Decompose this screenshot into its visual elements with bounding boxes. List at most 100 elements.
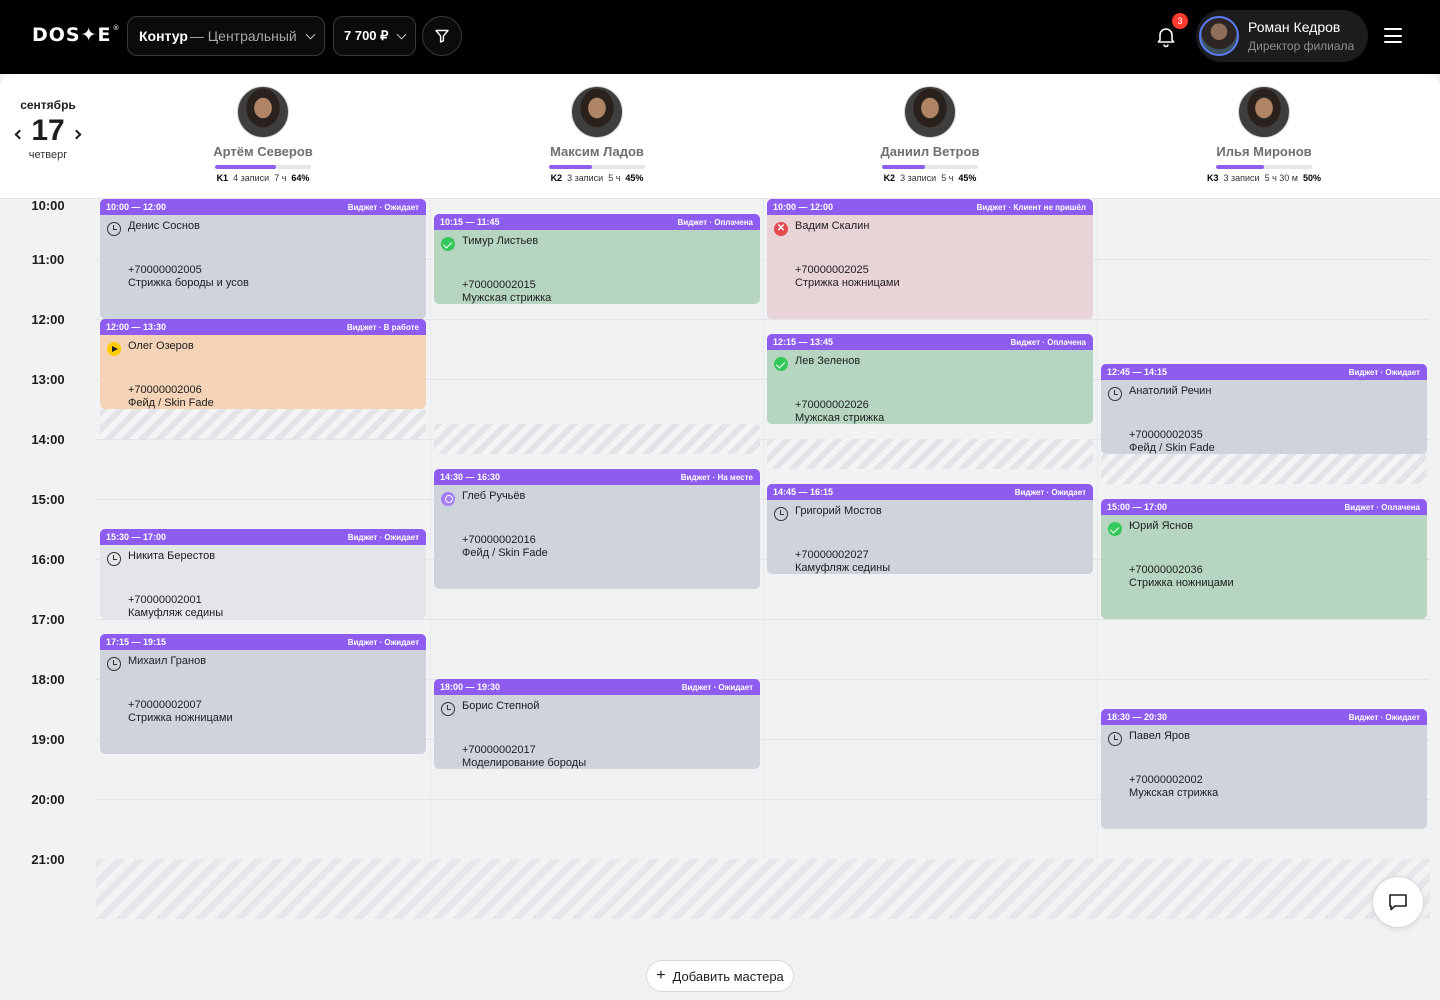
master-stats: K2 3 записи 5 ч 45% [883,173,977,183]
bell-icon[interactable] [1154,24,1178,48]
menu-icon[interactable] [1384,28,1402,43]
master-stats: K2 3 записи 5 ч 45% [550,173,644,183]
master-stats: K3 3 записи 5 ч 30 м 50% [1206,173,1322,183]
client-name: Юрий Яснов [1129,520,1194,532]
appointment-card[interactable]: 18:30 — 20:30 Виджет · Ожидает Павел Яров +… [1101,709,1427,829]
appointment-header: 10:15 — 11:45 Виджет · Оплачена [434,214,760,230]
appointment-card[interactable]: 14:45 — 16:15 Виджет · Ожидает Григорий Мо… [767,484,1093,574]
appointment-card[interactable]: 10:00 — 12:00 Виджет · Клиент не пришёл ✕ В… [767,199,1093,319]
client-phone: +70000002025 [795,264,869,276]
filter-button[interactable] [422,16,462,56]
client-details: +70000002035 Фейд / Skin Fade [1129,429,1215,454]
appointment-time: 10:00 — 12:00 [106,202,167,212]
avatar [1199,16,1239,56]
master-name: Илья Миронов [1216,144,1312,159]
break-slot [100,409,426,439]
date-picker[interactable]: сентябрь 17 четверг [0,98,96,161]
appointment-status: Виджет · Ожидает [347,637,419,647]
column-divider [1097,199,1098,859]
appointment-time: 15:30 — 17:00 [106,532,167,542]
appointment-card[interactable]: 15:30 — 17:00 Виджет · Ожидает Никита Бере… [100,529,426,619]
brand-logo[interactable]: DOS✦E® [32,24,121,46]
chat-button[interactable] [1372,876,1424,928]
master-column-header[interactable]: Илья Миронов K3 3 записи 5 ч 30 м 50% [1099,86,1429,183]
break-slot [767,439,1093,469]
client-details: +70000002002 Мужская стрижка [1129,774,1218,800]
appointment-status: Виджет · Ожидает [1014,487,1086,497]
appointment-card[interactable]: 10:00 — 12:00 Виджет · Ожидает Денис Сосно… [100,199,426,319]
plus-icon: + [656,967,666,984]
appointment-time: 12:15 — 13:45 [773,337,834,347]
master-photo [237,86,289,138]
chevron-down-icon [396,29,407,39]
hour-label: 20:00 [31,792,65,807]
service-name: Стрижка ножницами [1129,577,1234,589]
column-divider [430,199,431,859]
hour-label: 19:00 [31,732,65,747]
play-icon [107,342,121,356]
service-name: Камуфляж седины [795,562,891,574]
client-name: Глеб Ручьёв [462,490,526,502]
cross-circle-icon: ✕ [774,222,788,236]
appointment-status: Виджет · Клиент не пришёл [976,202,1086,212]
clock-icon [1108,732,1122,746]
add-master-button[interactable]: + Добавить мастера [646,960,794,992]
master-load-fill [1216,165,1264,169]
appointment-status: Виджет · Оплачена [677,217,753,227]
appointment-header: 18:30 — 20:30 Виджет · Ожидает [1101,709,1427,725]
hour-label: 12:00 [31,312,65,327]
client-name: Лев Зеленов [795,355,861,367]
service-name: Фейд / Skin Fade [128,397,214,409]
hour-label: 14:00 [31,432,65,447]
chevron-down-icon [305,29,316,39]
service-name: Стрижка ножницами [128,712,233,724]
client-name: Григорий Мостов [795,505,882,517]
appointment-card[interactable]: 10:15 — 11:45 Виджет · Оплачена Тимур Лист… [434,214,760,304]
client-details: +70000002006 Фейд / Skin Fade [128,384,214,409]
appointment-card[interactable]: 17:15 — 19:15 Виджет · Ожидает Михаил Гран… [100,634,426,754]
appointment-header: 10:00 — 12:00 Виджет · Клиент не пришёл [767,199,1093,215]
master-column-header[interactable]: Даниил Ветров K2 3 записи 5 ч 45% [765,86,1095,183]
revenue-selector[interactable]: 7 700 ₽ [333,16,416,56]
appointment-time: 15:00 — 17:00 [1107,502,1168,512]
weekday-label: четверг [28,149,68,161]
client-phone: +70000002002 [1129,774,1203,786]
client-name: Олег Озеров [128,340,194,352]
client-phone: +70000002006 [128,384,202,396]
master-photo [571,86,623,138]
appointment-header: 10:00 — 12:00 Виджет · Ожидает [100,199,426,215]
hour-label: 15:00 [31,492,65,507]
master-photo [904,86,956,138]
client-details: +70000002015 Мужская стрижка [462,279,551,304]
master-photo [1238,86,1290,138]
appointment-card[interactable]: 14:30 — 16:30 Виджет · На месте Глеб Ручьё… [434,469,760,589]
appointment-card[interactable]: 12:15 — 13:45 Виджет · Оплачена Лев Зелено… [767,334,1093,424]
column-divider [763,199,764,859]
appointment-card[interactable]: 18:00 — 19:30 Виджет · Ожидает Борис Степн… [434,679,760,769]
clock-icon [441,702,455,716]
appointment-time: 18:00 — 19:30 [440,682,501,692]
appointment-card[interactable]: 15:00 — 17:00 Виджет · Оплачена Юрий Яснов… [1101,499,1427,619]
appointment-time: 17:15 — 19:15 [106,637,167,647]
appointment-time: 12:45 — 14:15 [1107,367,1168,377]
master-load-fill [549,165,593,169]
closed-hours-area [96,859,1430,919]
user-menu[interactable]: Роман Кедров Директор филиала [1196,10,1368,62]
master-column-header[interactable]: Максим Ладов K2 3 записи 5 ч 45% [432,86,762,183]
branch-selector[interactable]: Контур — Центральный [127,16,325,56]
appointment-card[interactable]: 12:45 — 14:15 Виджет · Ожидает Анатолий Ре… [1101,364,1427,454]
service-name: Мужская стрижка [795,412,885,424]
appointment-header: 15:00 — 17:00 Виджет · Оплачена [1101,499,1427,515]
revenue-value: 7 700 ₽ [344,28,389,43]
hour-label: 10:00 [31,198,65,213]
service-name: Фейд / Skin Fade [1129,442,1215,454]
service-name: Стрижка ножницами [795,277,900,289]
master-name: Максим Ладов [550,144,644,159]
branch-name: — Центральный [189,28,297,44]
location-pin-icon [441,492,455,506]
master-column-header[interactable]: Артём Северов K1 4 записи 7 ч 64% [98,86,428,183]
appointment-card[interactable]: 12:00 — 13:30 Виджет · В работе Олег Озеро… [100,319,426,409]
client-details: +70000002026 Мужская стрижка [795,399,884,424]
client-details: +70000002007 Стрижка ножницами [128,699,233,725]
check-circle-icon [1108,522,1122,536]
